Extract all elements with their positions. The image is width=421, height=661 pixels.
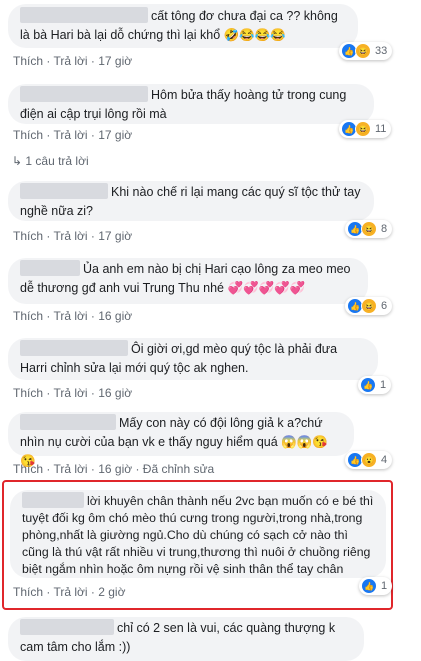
comment-bubble: Hôm bửa thấy hoàng tử trong cung điện ai…: [8, 84, 374, 124]
timestamp[interactable]: 17 giờ: [98, 229, 132, 243]
comment-bubble: Mấy con này có đội lông giả k a?chứ nhìn…: [8, 412, 354, 468]
timestamp[interactable]: 17 giờ: [98, 54, 132, 68]
comment-bubble: cất tông đơ chưa đại ca ?? không là bà H…: [8, 4, 358, 48]
timestamp[interactable]: 16 giờ: [98, 462, 132, 476]
haha-icon: 😆: [361, 221, 377, 237]
reply-link[interactable]: Trả lời: [53, 386, 87, 400]
like-icon: 👍: [360, 377, 376, 393]
comment-meta: Thích · Trả lời · 16 giờ · Đã chỉnh sửa: [13, 462, 215, 476]
comment-meta: Thích · Trả lời · 17 giờ: [13, 54, 133, 68]
like-icon: 👍: [361, 578, 377, 594]
reaction-summary[interactable]: 👍 😆 11: [339, 120, 392, 138]
reaction-summary[interactable]: 👍 😆 6: [345, 297, 393, 315]
comment-bubble: Ủa anh em nào bị chị Hari cạo lông za me…: [8, 258, 368, 304]
blurred-name: [20, 260, 80, 276]
timestamp[interactable]: 17 giờ: [98, 128, 132, 142]
reaction-summary[interactable]: 👍 1: [359, 577, 393, 595]
comment-meta: Thích · Trả lời · 16 giờ: [13, 386, 133, 400]
reply-link[interactable]: Trả lời: [53, 585, 87, 599]
timestamp[interactable]: 16 giờ: [98, 309, 132, 323]
reaction-summary[interactable]: 👍 1: [358, 376, 392, 394]
blurred-name: [20, 86, 148, 102]
reply-link[interactable]: Trả lời: [53, 309, 87, 323]
reply-link[interactable]: Trả lời: [53, 128, 87, 142]
like-link[interactable]: Thích: [13, 54, 43, 68]
reply-link[interactable]: Trả lời: [53, 54, 87, 68]
comment-meta: Thích · Trả lời · 17 giờ: [13, 128, 133, 142]
comment-bubble: chỉ có 2 sen là vui, các quàng thượng k …: [8, 617, 364, 661]
comment-meta: Thích · Trả lời · 17 giờ: [13, 229, 133, 243]
haha-icon: 😆: [361, 298, 377, 314]
comment-bubble: Ôi giời ơi,gd mèo quý tộc là phải đưa Ha…: [8, 338, 378, 380]
view-replies-link[interactable]: ↳ 1 câu trả lời: [12, 154, 89, 168]
comment-meta: Thích · Trả lời · 2 giờ: [13, 585, 126, 599]
like-link[interactable]: Thích: [13, 229, 43, 243]
blurred-name: [20, 183, 108, 199]
like-link[interactable]: Thích: [13, 386, 43, 400]
reaction-summary[interactable]: 👍 😮 4: [345, 451, 393, 469]
blurred-name: [20, 414, 116, 430]
like-link[interactable]: Thích: [13, 462, 43, 476]
comment-meta: Thích · Trả lời · 16 giờ: [13, 309, 133, 323]
reply-arrow-icon: ↳: [12, 154, 23, 168]
reaction-summary[interactable]: 👍 😆 8: [345, 220, 393, 238]
like-link[interactable]: Thích: [13, 309, 43, 323]
like-link[interactable]: Thích: [13, 128, 43, 142]
wow-icon: 😮: [361, 452, 377, 468]
blurred-name: [22, 492, 84, 508]
reply-link[interactable]: Trả lời: [53, 229, 87, 243]
like-link[interactable]: Thích: [13, 585, 43, 599]
comment-bubble: lời khuyên chân thành nếu 2vc bạn muốn c…: [10, 490, 386, 578]
blurred-name: [20, 7, 148, 23]
timestamp[interactable]: 2 giờ: [98, 585, 125, 599]
comment-bubble: Khi nào chế ri lại mang các quý sĩ tộc t…: [8, 181, 374, 221]
haha-icon: 😆: [355, 121, 371, 137]
edited-label[interactable]: Đã chỉnh sửa: [143, 462, 214, 476]
blurred-name: [20, 619, 114, 635]
blurred-name: [20, 340, 128, 356]
reply-link[interactable]: Trả lời: [53, 462, 87, 476]
timestamp[interactable]: 16 giờ: [98, 386, 132, 400]
haha-icon: 😆: [355, 43, 371, 59]
reaction-summary[interactable]: 👍 😆 33: [339, 42, 393, 60]
